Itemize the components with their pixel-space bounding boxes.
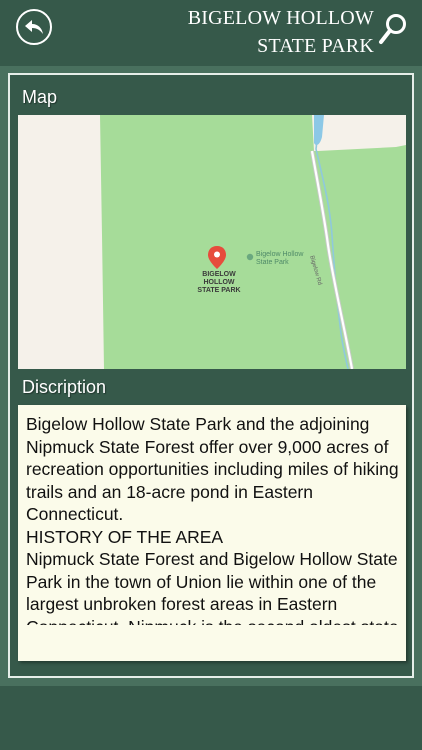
search-button[interactable]	[378, 12, 408, 50]
search-icon	[379, 14, 406, 44]
map-poi-label: Bigelow Hollow State Park	[256, 251, 303, 267]
back-arrow-icon	[25, 20, 43, 34]
app-header: BIGELOW HOLLOW STATE PARK	[0, 0, 422, 66]
map-pin-label-line2: STATE PARK	[197, 287, 241, 294]
description-text: Bigelow Hollow State Park and the adjoin…	[26, 414, 399, 625]
page-title: BIGELOW HOLLOW STATE PARK	[124, 4, 374, 60]
map-view[interactable]: BIGELOW HOLLOW STATE PARK Bigelow Hollow…	[18, 115, 406, 369]
page-title-line1: BIGELOW HOLLOW	[187, 7, 374, 29]
content-panel: Map BIGELOW HOLLOW STATE PARK Bigelow Ho…	[8, 73, 414, 678]
page-title-line2: STATE PARK	[257, 35, 374, 57]
map-section-label: Map	[22, 87, 58, 107]
bottom-bar	[0, 686, 422, 750]
description-box[interactable]: Bigelow Hollow State Park and the adjoin…	[18, 405, 406, 661]
description-section-label: Discription	[22, 377, 107, 397]
back-button[interactable]	[16, 9, 52, 45]
map-poi-label-line2: State Park	[256, 259, 289, 266]
map-pin-label-line1: BIGELOW HOLLOW	[202, 271, 236, 286]
map-poi-label-line1: Bigelow Hollow	[256, 251, 304, 258]
map-pin-label: BIGELOW HOLLOW STATE PARK	[186, 271, 252, 295]
map-graphic	[100, 115, 406, 369]
